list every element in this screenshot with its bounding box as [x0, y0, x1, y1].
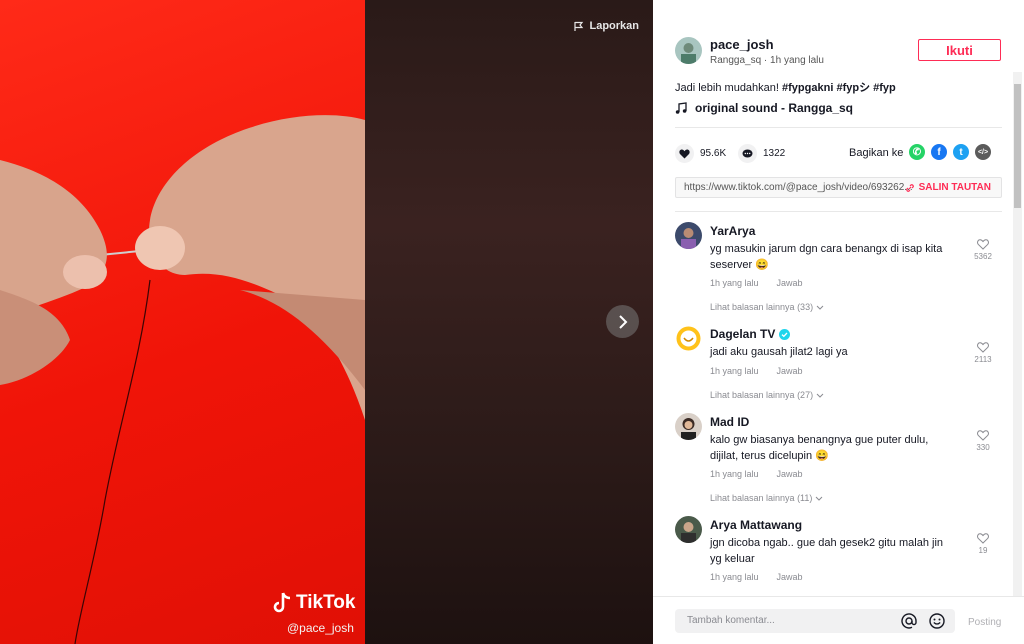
divider: [675, 127, 1002, 128]
chevron-right-icon: [618, 314, 627, 329]
view-replies-button[interactable]: Lihat balasan lainnya (11): [710, 493, 823, 503]
whatsapp-icon[interactable]: ✆: [909, 144, 925, 160]
reply-button[interactable]: Jawab: [777, 366, 803, 376]
verified-badge-icon: [779, 328, 791, 340]
comment-stat[interactable]: 1322: [738, 144, 785, 163]
share-link-url: https://www.tiktok.com/@pace_josh/video/…: [684, 182, 913, 193]
hashtag-link[interactable]: #fyp: [873, 82, 896, 94]
music-note-icon: [675, 102, 687, 114]
scrollbar-thumb[interactable]: [1014, 84, 1021, 208]
comment-like-button[interactable]: 2113: [971, 342, 995, 364]
divider: [675, 211, 1002, 212]
tiktok-watermark: TikTok: [272, 592, 355, 614]
commenter-avatar[interactable]: [675, 222, 702, 249]
tiktok-brand: TikTok: [296, 592, 356, 613]
heart-outline-icon: [977, 430, 989, 441]
author-avatar[interactable]: [675, 37, 702, 64]
commenter-avatar[interactable]: [675, 413, 702, 440]
emoji-icon[interactable]: [929, 613, 945, 629]
comment-time: 1h yang lalu: [710, 366, 759, 376]
comments-scrollbar[interactable]: [1013, 72, 1022, 596]
like-stat[interactable]: 95.6K: [675, 144, 726, 163]
follow-button[interactable]: Ikuti: [918, 39, 1001, 61]
comment-composer: Tambah komentar... Posting: [653, 596, 1024, 644]
comment-time: 1h yang lalu: [710, 278, 759, 288]
details-panel: pace_josh Rangga_sq · 1h yang lalu Ikuti…: [653, 0, 1024, 644]
heart-outline-icon: [977, 342, 989, 353]
chevron-down-icon: [816, 393, 824, 398]
copy-link-label: SALIN TAUTAN: [918, 182, 991, 193]
comment-meta: 1h yang lalu Jawab: [710, 469, 803, 479]
comment-like-button[interactable]: 19: [971, 533, 995, 555]
commenter-name[interactable]: YarArya: [710, 224, 755, 238]
post-comment-button[interactable]: Posting: [968, 617, 1001, 628]
next-video-button[interactable]: [606, 305, 639, 338]
comment-text: jgn dicoba ngab.. gue dah gesek2 gitu ma…: [710, 537, 944, 565]
chevron-down-icon: [816, 305, 824, 310]
comment-text: yg masukin jarum dgn cara benangx di isa…: [710, 243, 943, 271]
music-link[interactable]: original sound - Rangga_sq: [675, 101, 853, 115]
caption-text: Jadi lebih mudahkan!: [675, 82, 779, 94]
video-frame: [0, 0, 365, 644]
facebook-icon[interactable]: f: [931, 144, 947, 160]
tiktok-logo-icon: [273, 592, 291, 613]
comment-like-button[interactable]: 5362: [971, 239, 995, 261]
comment-input[interactable]: Tambah komentar...: [675, 609, 955, 633]
link-icon: [905, 183, 914, 192]
watermark-username: @pace_josh: [287, 621, 354, 635]
music-title: original sound - Rangga_sq: [695, 101, 854, 115]
reply-button[interactable]: Jawab: [777, 469, 803, 479]
heart-outline-icon: [977, 533, 989, 544]
report-button[interactable]: Laporkan: [573, 20, 639, 32]
chevron-down-icon: [816, 496, 823, 501]
comment-like-count: 5362: [974, 252, 992, 261]
comment-time: 1h yang lalu: [710, 572, 759, 582]
commenter-name[interactable]: Dagelan TV: [710, 327, 791, 341]
video-content: [0, 115, 365, 644]
commenter-avatar[interactable]: [675, 325, 702, 352]
commenter-name[interactable]: Mad ID: [710, 415, 749, 429]
heart-outline-icon: [977, 239, 989, 250]
share-label: Bagikan ke: [849, 147, 904, 159]
view-replies-button[interactable]: Lihat balasan lainnya (33): [710, 302, 824, 312]
embed-icon[interactable]: </>: [975, 144, 991, 160]
hashtag-link[interactable]: #fypシ: [836, 82, 870, 94]
reply-button[interactable]: Jawab: [777, 572, 803, 582]
flag-icon: [574, 21, 584, 31]
report-label: Laporkan: [589, 20, 639, 32]
video-player[interactable]: Laporkan TikTok @pace_josh: [0, 0, 653, 644]
twitter-icon[interactable]: t: [953, 144, 969, 160]
comment-text: jadi aku gausah jilat2 lagi ya: [710, 346, 848, 358]
comment-count: 1322: [763, 148, 786, 159]
comment-like-count: 19: [978, 546, 988, 555]
heart-icon: [675, 144, 694, 163]
author-username[interactable]: pace_josh: [710, 37, 774, 52]
comment-meta: 1h yang lalu Jawab: [710, 572, 803, 582]
author-avatar-image: [675, 37, 702, 64]
share-link-box[interactable]: https://www.tiktok.com/@pace_josh/video/…: [675, 177, 1002, 198]
hashtag-link[interactable]: #fypgakni: [782, 82, 833, 94]
mention-icon[interactable]: [901, 613, 917, 629]
comment-like-button[interactable]: 330: [971, 430, 995, 452]
comment-like-count: 330: [976, 443, 990, 452]
author-subtitle: Rangga_sq · 1h yang lalu: [710, 55, 824, 66]
view-replies-button[interactable]: Lihat balasan lainnya (27): [710, 390, 824, 400]
comment-bubble-icon: [738, 144, 757, 163]
post-caption: Jadi lebih mudahkan! #fypgakni #fypシ #fy…: [675, 79, 896, 95]
comment-meta: 1h yang lalu Jawab: [710, 366, 803, 376]
comment-text: kalo gw biasanya benangnya gue puter dul…: [710, 434, 929, 462]
like-count: 95.6K: [700, 148, 727, 159]
comment-like-count: 2113: [974, 355, 992, 364]
reply-button[interactable]: Jawab: [777, 278, 803, 288]
commenter-avatar[interactable]: [675, 516, 702, 543]
comment-placeholder: Tambah komentar...: [687, 615, 775, 626]
copy-link-button[interactable]: SALIN TAUTAN: [905, 182, 991, 193]
commenter-name[interactable]: Arya Mattawang: [710, 518, 802, 532]
comment-time: 1h yang lalu: [710, 469, 759, 479]
comment-meta: 1h yang lalu Jawab: [710, 278, 803, 288]
